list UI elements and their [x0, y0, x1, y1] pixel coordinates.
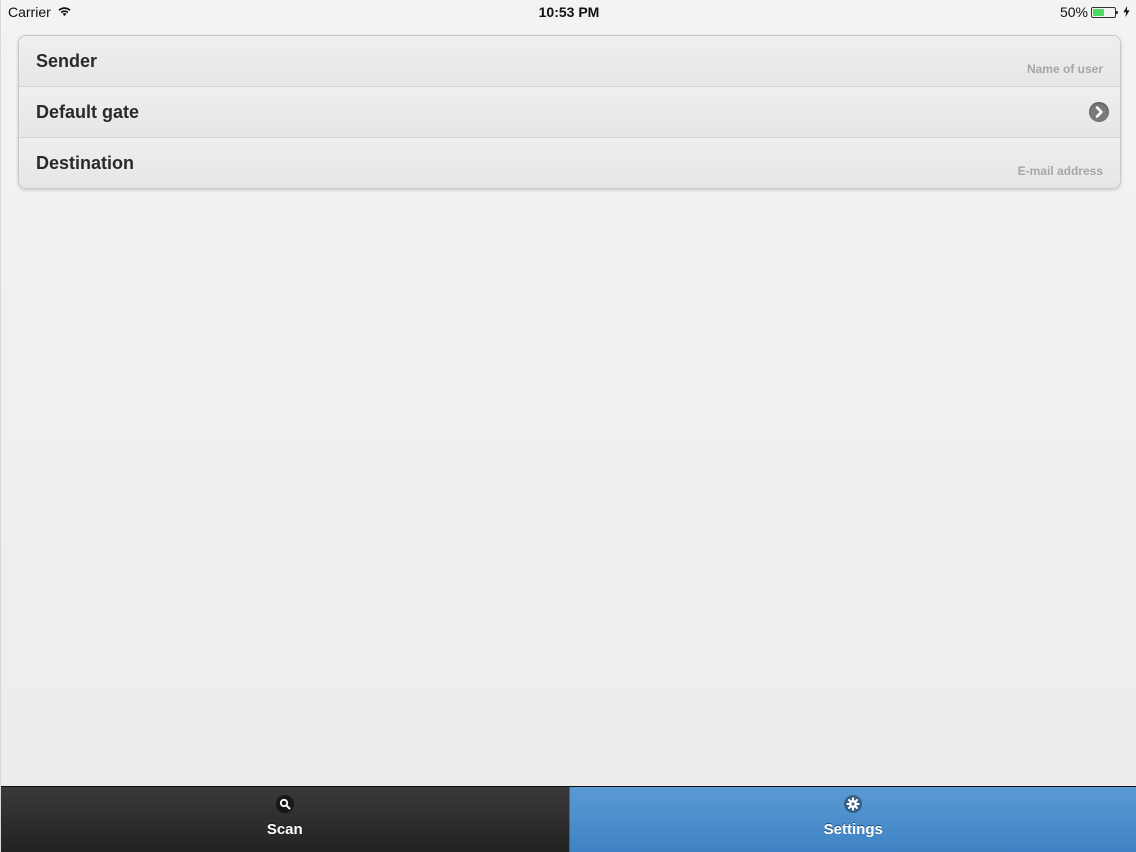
- sender-row[interactable]: Sender: [19, 36, 1120, 86]
- search-icon: [275, 795, 294, 813]
- gear-icon: [844, 795, 863, 813]
- chevron-right-icon[interactable]: [1089, 102, 1109, 122]
- tab-bar: Scan Settings: [1, 786, 1136, 852]
- tab-scan-label: Scan: [266, 821, 303, 838]
- battery-percent: 50%: [1059, 4, 1088, 20]
- sender-input[interactable]: [803, 62, 1103, 76]
- app-screen: Carrier 10:53 PM 50% Sender Name of user…: [0, 0, 1136, 852]
- charging-bolt-icon: [1123, 4, 1130, 20]
- tab-settings-label: Settings: [823, 821, 883, 838]
- battery-icon: [1091, 6, 1118, 18]
- destination-email-input[interactable]: [803, 164, 1103, 178]
- destination-row[interactable]: Destination: [19, 137, 1120, 188]
- sender-label: Sender: [36, 51, 98, 71]
- battery-fill: [1093, 8, 1104, 16]
- tab-scan[interactable]: Scan: [1, 787, 569, 852]
- status-time: 10:53 PM: [538, 4, 600, 20]
- default-gate-row[interactable]: Default gate: [19, 86, 1120, 137]
- default-gate-label: Default gate: [36, 102, 140, 122]
- settings-group: Sender Default gate Destination: [18, 35, 1121, 189]
- tab-settings[interactable]: Settings: [568, 787, 1136, 852]
- status-bar: Carrier 10:53 PM 50%: [1, 0, 1136, 24]
- status-right: 50%: [1060, 4, 1130, 20]
- destination-label: Destination: [36, 153, 135, 173]
